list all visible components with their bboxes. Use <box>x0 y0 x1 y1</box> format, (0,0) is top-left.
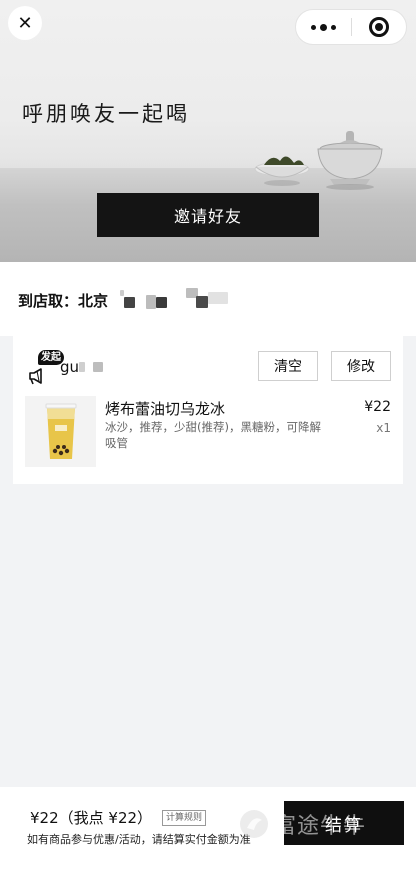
banner-title: 呼朋唤友一起喝 <box>22 102 190 126</box>
close-icon: ✕ <box>17 12 33 34</box>
group-order-card: 发起 gu 清空 修改 烤布蕾油切乌龙冰 冰沙，推荐，少甜(推荐)，黑糖粉，可降… <box>13 336 403 484</box>
close-button[interactable]: ✕ <box>8 6 42 40</box>
watermark-text: 富途牛牛 <box>274 814 367 839</box>
exit-button[interactable] <box>352 10 406 44</box>
calc-rules-link[interactable]: 计算规则 <box>162 810 207 826</box>
record-target-icon <box>369 17 389 37</box>
invite-banner: ✕ 呼朋唤友一起喝 邀请好友 <box>0 0 416 262</box>
edit-order-button[interactable]: 修改 <box>331 351 391 381</box>
product-price: ¥22 <box>364 399 391 415</box>
clear-cart-button[interactable]: 清空 <box>258 351 318 381</box>
order-total: ¥22（我点 ¥22） <box>30 809 153 827</box>
product-quantity: x1 <box>376 421 391 435</box>
redacted-block <box>79 362 85 372</box>
redacted-block <box>146 295 156 309</box>
redacted-block <box>156 297 167 308</box>
mini-program-capsule <box>295 9 407 45</box>
drink-cup-image <box>45 403 76 459</box>
more-dots-icon <box>311 24 316 30</box>
product-name: 烤布蕾油切乌龙冰 <box>105 400 226 418</box>
initiator-username: gu <box>60 358 80 376</box>
redacted-block <box>196 296 208 308</box>
watermark: 富途牛牛 <box>238 808 366 840</box>
discount-notice: 如有商品参与优惠/活动，请结算实付金额为准 <box>27 833 251 846</box>
product-image <box>25 396 96 467</box>
redacted-block <box>208 292 228 304</box>
redacted-block <box>120 290 124 296</box>
more-button[interactable] <box>296 10 351 44</box>
pickup-label: 到店取： <box>18 292 79 310</box>
product-options: 冰沙，推荐，少甜(推荐)，黑糖粉，可降解吸管 <box>105 420 321 450</box>
megaphone-icon <box>29 368 42 385</box>
pickup-store-row[interactable]: 到店取： 北京 <box>0 262 416 336</box>
redacted-block <box>124 297 135 308</box>
watermark-logo-icon <box>240 810 268 838</box>
redacted-block <box>93 362 103 372</box>
teaware-illustration <box>254 131 383 190</box>
invite-friends-button[interactable]: 邀请好友 <box>97 193 319 237</box>
store-name: 北京 <box>78 292 109 310</box>
